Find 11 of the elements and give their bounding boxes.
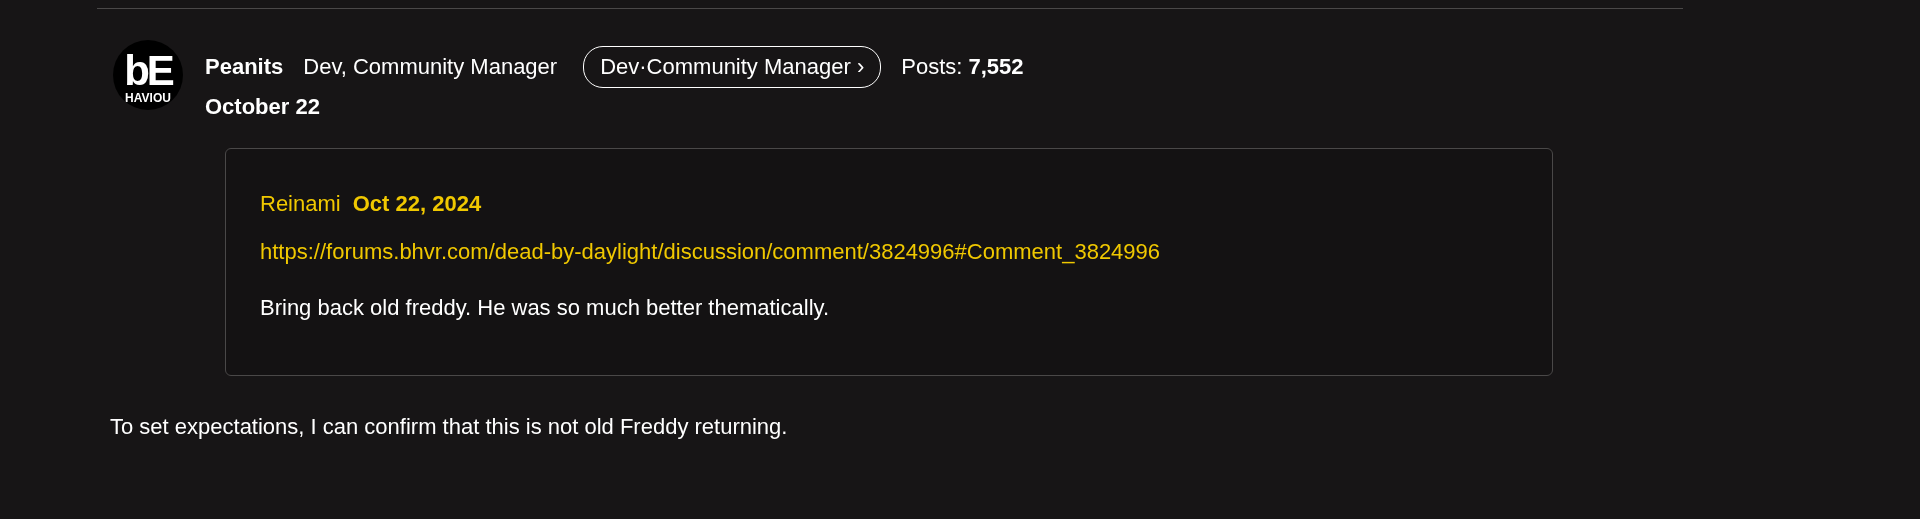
quote-author[interactable]: Reinami: [260, 191, 341, 217]
post-count: Posts: 7,552: [901, 54, 1024, 80]
post-text: To set expectations, I can confirm that this is not old Freddy returning.: [110, 414, 789, 440]
author-link[interactable]: Peanits: [205, 54, 284, 80]
post-date[interactable]: October 22: [205, 94, 1024, 120]
quote-text: Bring back old freddy. He was so much better thematically.: [260, 295, 830, 321]
author-title: Dev, Community Manager: [303, 54, 558, 80]
role-badge[interactable]: Dev·Community Manager ›: [583, 46, 882, 88]
avatar-logo[interactable]: bE HAVIOU: [113, 40, 183, 110]
quote-date[interactable]: Oct 22, 2024: [352, 191, 482, 217]
quote-link[interactable]: https://forums.bhvr.com/dead-by-daylight/discussion/comment/3824996#Comment_3824996: [260, 239, 1518, 265]
